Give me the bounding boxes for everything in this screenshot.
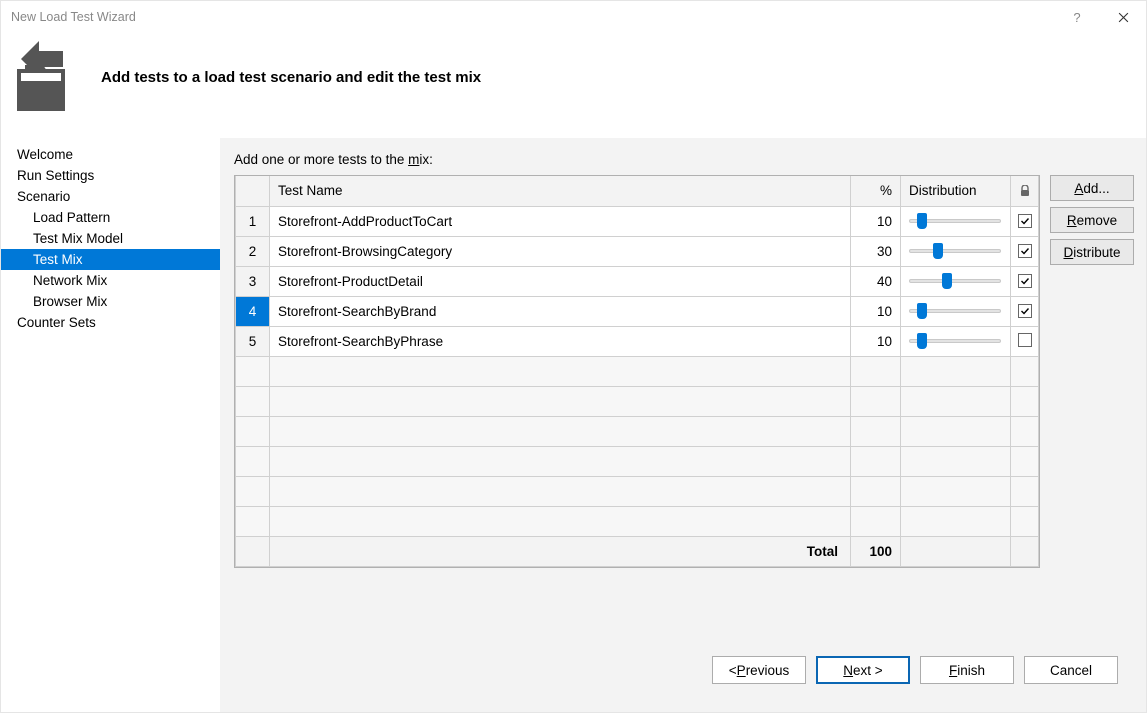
row-number[interactable]: 3 xyxy=(236,266,270,296)
nav-item[interactable]: Welcome xyxy=(1,144,220,165)
distribution-slider[interactable] xyxy=(909,303,1001,319)
total-label: Total xyxy=(270,536,851,566)
cell-distribution[interactable] xyxy=(901,326,1011,356)
previous-button[interactable]: < Previous xyxy=(712,656,806,684)
lock-icon xyxy=(1020,185,1030,197)
test-mix-grid[interactable]: Test Name % Distribution 1Storefront-Add… xyxy=(234,175,1040,568)
finish-button[interactable]: Finish xyxy=(920,656,1014,684)
nav-item[interactable]: Network Mix xyxy=(1,270,220,291)
table-row[interactable]: 5Storefront-SearchByPhrase10 xyxy=(236,326,1039,356)
table-row-empty xyxy=(236,416,1039,446)
nav-item[interactable]: Scenario xyxy=(1,186,220,207)
wizard-header: Add tests to a load test scenario and ed… xyxy=(1,33,1146,138)
title-bar: New Load Test Wizard ? xyxy=(1,1,1146,33)
col-lock[interactable] xyxy=(1011,176,1039,206)
lock-checkbox[interactable] xyxy=(1018,244,1032,258)
instruction-pre: Add one or more tests to the xyxy=(234,152,408,167)
row-number[interactable]: 2 xyxy=(236,236,270,266)
cell-test-name[interactable]: Storefront-ProductDetail xyxy=(270,266,851,296)
grid-total-row: Total 100 xyxy=(236,536,1039,566)
next-button[interactable]: Next > xyxy=(816,656,910,684)
cell-lock[interactable] xyxy=(1011,206,1039,236)
table-row[interactable]: 2Storefront-BrowsingCategory30 xyxy=(236,236,1039,266)
lock-checkbox[interactable] xyxy=(1018,214,1032,228)
side-buttons: Add... Remove Distribute xyxy=(1050,175,1134,265)
close-button[interactable] xyxy=(1100,1,1146,33)
table-row-empty xyxy=(236,386,1039,416)
cell-test-name[interactable]: Storefront-BrowsingCategory xyxy=(270,236,851,266)
row-number[interactable]: 1 xyxy=(236,206,270,236)
distribution-slider[interactable] xyxy=(909,333,1001,349)
cell-distribution[interactable] xyxy=(901,236,1011,266)
instruction-accelerator: m xyxy=(408,152,419,167)
table-row[interactable]: 1Storefront-AddProductToCart10 xyxy=(236,206,1039,236)
cell-test-name[interactable]: Storefront-AddProductToCart xyxy=(270,206,851,236)
help-button[interactable]: ? xyxy=(1054,1,1100,33)
remove-button[interactable]: Remove xyxy=(1050,207,1134,233)
cancel-button[interactable]: Cancel xyxy=(1024,656,1118,684)
distribution-slider[interactable] xyxy=(909,273,1001,289)
cell-test-name[interactable]: Storefront-SearchByBrand xyxy=(270,296,851,326)
lock-checkbox[interactable] xyxy=(1018,333,1032,347)
grid-area: Test Name % Distribution 1Storefront-Add… xyxy=(234,175,1134,640)
wizard-window: New Load Test Wizard ? Add tests to a lo… xyxy=(0,0,1147,713)
cell-distribution[interactable] xyxy=(901,266,1011,296)
window-title: New Load Test Wizard xyxy=(11,10,1054,24)
nav-item[interactable]: Test Mix Model xyxy=(1,228,220,249)
nav-item[interactable]: Browser Mix xyxy=(1,291,220,312)
cell-distribution[interactable] xyxy=(901,296,1011,326)
row-number[interactable]: 5 xyxy=(236,326,270,356)
instruction-label: Add one or more tests to the mix: xyxy=(234,152,1134,171)
nav-item[interactable]: Counter Sets xyxy=(1,312,220,333)
instruction-post: ix: xyxy=(419,152,433,167)
table-row[interactable]: 3Storefront-ProductDetail40 xyxy=(236,266,1039,296)
cell-lock[interactable] xyxy=(1011,236,1039,266)
cell-lock[interactable] xyxy=(1011,326,1039,356)
col-distribution[interactable]: Distribution xyxy=(901,176,1011,206)
lock-checkbox[interactable] xyxy=(1018,274,1032,288)
nav-item[interactable]: Run Settings xyxy=(1,165,220,186)
table-row-empty xyxy=(236,506,1039,536)
table-row-empty xyxy=(236,476,1039,506)
total-value: 100 xyxy=(851,536,901,566)
cell-distribution[interactable] xyxy=(901,206,1011,236)
wizard-content: Add one or more tests to the mix: Test N… xyxy=(220,138,1146,712)
wizard-footer: < Previous Next > Finish Cancel xyxy=(234,644,1134,702)
cell-percent[interactable]: 30 xyxy=(851,236,901,266)
lock-checkbox[interactable] xyxy=(1018,304,1032,318)
wizard-heading: Add tests to a load test scenario and ed… xyxy=(101,69,481,86)
add-button[interactable]: Add... xyxy=(1050,175,1134,201)
cell-test-name[interactable]: Storefront-SearchByPhrase xyxy=(270,326,851,356)
nav-item[interactable]: Load Pattern xyxy=(1,207,220,228)
wizard-nav: WelcomeRun SettingsScenarioLoad PatternT… xyxy=(1,138,220,712)
close-icon xyxy=(1118,12,1129,23)
cell-percent[interactable]: 40 xyxy=(851,266,901,296)
cell-percent[interactable]: 10 xyxy=(851,326,901,356)
distribution-slider[interactable] xyxy=(909,243,1001,259)
table-row[interactable]: 4Storefront-SearchByBrand10 xyxy=(236,296,1039,326)
cell-percent[interactable]: 10 xyxy=(851,296,901,326)
nav-item[interactable]: Test Mix xyxy=(1,249,220,270)
distribute-button[interactable]: Distribute xyxy=(1050,239,1134,265)
row-header-col[interactable] xyxy=(236,176,270,206)
cell-lock[interactable] xyxy=(1011,296,1039,326)
col-percent[interactable]: % xyxy=(851,176,901,206)
cell-percent[interactable]: 10 xyxy=(851,206,901,236)
row-number[interactable]: 4 xyxy=(236,296,270,326)
table-row-empty xyxy=(236,356,1039,386)
table-row-empty xyxy=(236,446,1039,476)
cell-lock[interactable] xyxy=(1011,266,1039,296)
distribution-slider[interactable] xyxy=(909,213,1001,229)
grid-header-row: Test Name % Distribution xyxy=(236,176,1039,206)
wizard-body: WelcomeRun SettingsScenarioLoad PatternT… xyxy=(1,138,1146,712)
col-test-name[interactable]: Test Name xyxy=(270,176,851,206)
wizard-icon xyxy=(11,37,73,118)
